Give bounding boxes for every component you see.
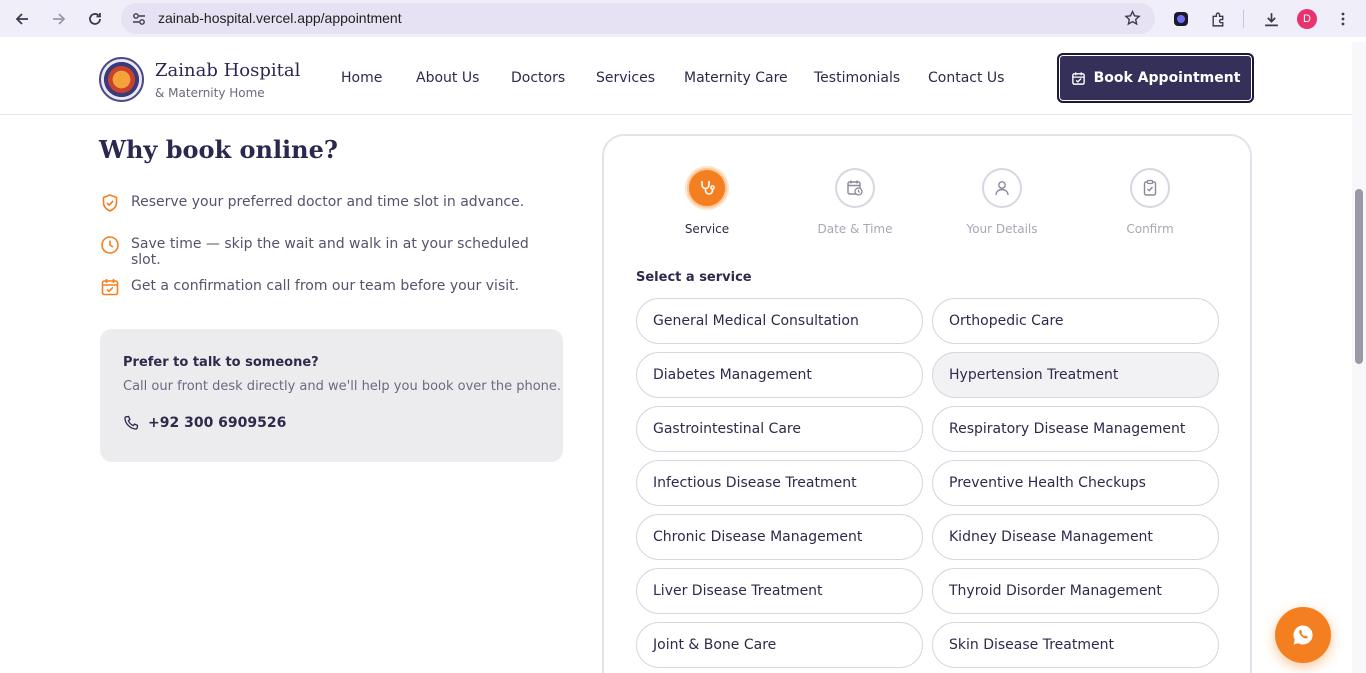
nav-home[interactable]: Home bbox=[341, 70, 382, 86]
step-confirm[interactable]: Confirm bbox=[1090, 168, 1210, 236]
service-option[interactable]: Gastrointestinal Care bbox=[636, 406, 923, 452]
service-option[interactable]: Kidney Disease Management bbox=[932, 514, 1219, 560]
page-scrollbar[interactable] bbox=[1352, 42, 1366, 673]
service-option-label: Preventive Health Checkups bbox=[949, 475, 1146, 491]
phone-icon bbox=[124, 415, 139, 430]
service-option-label: Respiratory Disease Management bbox=[949, 421, 1186, 437]
front-desk-phone-link[interactable]: +92 300 6909526 bbox=[123, 414, 323, 434]
step-your-details[interactable]: Your Details bbox=[942, 168, 1062, 236]
shield-check-icon bbox=[102, 194, 118, 212]
puzzle-icon[interactable] bbox=[1205, 6, 1231, 32]
benefit-text: Save time — skip the wait and walk in at… bbox=[131, 236, 529, 268]
service-option-label: Chronic Disease Management bbox=[653, 529, 863, 545]
service-option-label: Skin Disease Treatment bbox=[949, 637, 1114, 653]
select-service-label: Select a service bbox=[636, 270, 752, 285]
service-option-label: Gastrointestinal Care bbox=[653, 421, 801, 437]
site-header: Zainab Hospital & Maternity Home Home Ab… bbox=[0, 42, 1352, 115]
service-option[interactable]: General Medical Consultation bbox=[636, 298, 923, 344]
profile-initial: D bbox=[1297, 9, 1317, 29]
toolbar-divider bbox=[1243, 10, 1244, 28]
benefit-item: Reserve your preferred doctor and time s… bbox=[100, 193, 560, 217]
step-label: Your Details bbox=[966, 222, 1038, 236]
service-option[interactable]: Orthopedic Care bbox=[932, 298, 1219, 344]
service-option[interactable]: Hypertension Treatment bbox=[932, 352, 1219, 398]
service-option-label: General Medical Consultation bbox=[653, 313, 859, 329]
menu-icon[interactable] bbox=[1330, 6, 1356, 32]
step-confirm-circle bbox=[1130, 168, 1170, 208]
step-label: Date & Time bbox=[817, 222, 893, 236]
step-service[interactable]: Service bbox=[647, 168, 767, 236]
service-option-label: Thyroid Disorder Management bbox=[949, 583, 1162, 599]
clipboard-check-icon bbox=[1143, 179, 1157, 196]
hospital-logo[interactable] bbox=[99, 57, 144, 102]
calendar-icon bbox=[1071, 71, 1085, 85]
service-option-label: Liver Disease Treatment bbox=[653, 583, 823, 599]
browser-toolbar: zainab-hospital.vercel.app/appointment D bbox=[0, 0, 1366, 37]
benefit-item: Get a confirmation call from our team be… bbox=[100, 277, 560, 301]
brand-subtitle: & Maternity Home bbox=[155, 86, 265, 100]
address-bar[interactable]: zainab-hospital.vercel.app/appointment bbox=[121, 3, 1155, 34]
benefit-text: Reserve your preferred doctor and time s… bbox=[131, 194, 525, 210]
back-icon[interactable] bbox=[9, 6, 35, 32]
site-settings-icon[interactable] bbox=[131, 11, 147, 27]
nav-about-us[interactable]: About Us bbox=[416, 70, 479, 86]
talk-card-description: Call our front desk directly and we'll h… bbox=[123, 379, 562, 394]
step-service-circle bbox=[687, 168, 727, 208]
clock-icon bbox=[101, 236, 119, 254]
service-option[interactable]: Chronic Disease Management bbox=[636, 514, 923, 560]
service-option[interactable]: Liver Disease Treatment bbox=[636, 568, 923, 614]
brand-name[interactable]: Zainab Hospital bbox=[155, 60, 300, 81]
service-option[interactable]: Skin Disease Treatment bbox=[932, 622, 1219, 668]
service-option-label: Hypertension Treatment bbox=[949, 367, 1119, 383]
service-option[interactable]: Thyroid Disorder Management bbox=[932, 568, 1219, 614]
url-text: zainab-hospital.vercel.app/appointment bbox=[158, 10, 402, 26]
service-option-label: Diabetes Management bbox=[653, 367, 812, 383]
profile-avatar[interactable]: D bbox=[1294, 6, 1320, 32]
step-date-time[interactable]: Date & Time bbox=[795, 168, 915, 236]
service-option-label: Kidney Disease Management bbox=[949, 529, 1153, 545]
service-option[interactable]: Preventive Health Checkups bbox=[932, 460, 1219, 506]
reload-icon[interactable] bbox=[82, 6, 108, 32]
nav-maternity-care[interactable]: Maternity Care bbox=[684, 70, 788, 86]
service-option[interactable]: Respiratory Disease Management bbox=[932, 406, 1219, 452]
forward-icon[interactable] bbox=[46, 6, 72, 32]
extension-icon[interactable] bbox=[1168, 6, 1194, 32]
nav-services[interactable]: Services bbox=[596, 70, 655, 86]
bookmark-star-icon[interactable] bbox=[1124, 10, 1141, 27]
nav-contact-us[interactable]: Contact Us bbox=[928, 70, 1004, 86]
whatsapp-icon bbox=[1293, 625, 1313, 645]
user-icon bbox=[995, 181, 1009, 196]
service-option-label: Infectious Disease Treatment bbox=[653, 475, 857, 491]
book-appointment-label: Book Appointment bbox=[1093, 70, 1241, 86]
download-icon[interactable] bbox=[1258, 6, 1284, 32]
calendar-check-icon bbox=[101, 279, 119, 296]
whatsapp-chat-button[interactable] bbox=[1275, 607, 1331, 663]
phone-number: +92 300 6909526 bbox=[148, 415, 287, 431]
nav-doctors[interactable]: Doctors bbox=[511, 70, 565, 86]
book-appointment-button[interactable]: Book Appointment bbox=[1057, 53, 1254, 103]
scrollbar-thumb[interactable] bbox=[1355, 189, 1363, 364]
service-option-label: Orthopedic Care bbox=[949, 313, 1064, 329]
service-option[interactable]: Joint & Bone Care bbox=[636, 622, 923, 668]
step-label: Confirm bbox=[1126, 222, 1174, 236]
stethoscope-icon bbox=[701, 181, 715, 195]
talk-to-someone-card: Prefer to talk to someone? Call our fron… bbox=[100, 329, 563, 462]
step-date-time-circle bbox=[835, 168, 875, 208]
why-book-online-title: Why book online? bbox=[99, 135, 338, 164]
calendar-clock-icon bbox=[847, 180, 863, 196]
service-option[interactable]: Infectious Disease Treatment bbox=[636, 460, 923, 506]
talk-card-title: Prefer to talk to someone? bbox=[123, 355, 319, 370]
benefit-text: Get a confirmation call from our team be… bbox=[131, 278, 520, 294]
step-your-details-circle bbox=[982, 168, 1022, 208]
service-option-label: Joint & Bone Care bbox=[653, 637, 777, 653]
nav-testimonials[interactable]: Testimonials bbox=[814, 70, 900, 86]
benefit-item: Save time — skip the wait and walk in at… bbox=[100, 235, 560, 268]
appointment-booking-card: Service Date & Time Your Details Confirm… bbox=[602, 134, 1252, 673]
step-label: Service bbox=[684, 222, 730, 236]
service-option[interactable]: Diabetes Management bbox=[636, 352, 923, 398]
